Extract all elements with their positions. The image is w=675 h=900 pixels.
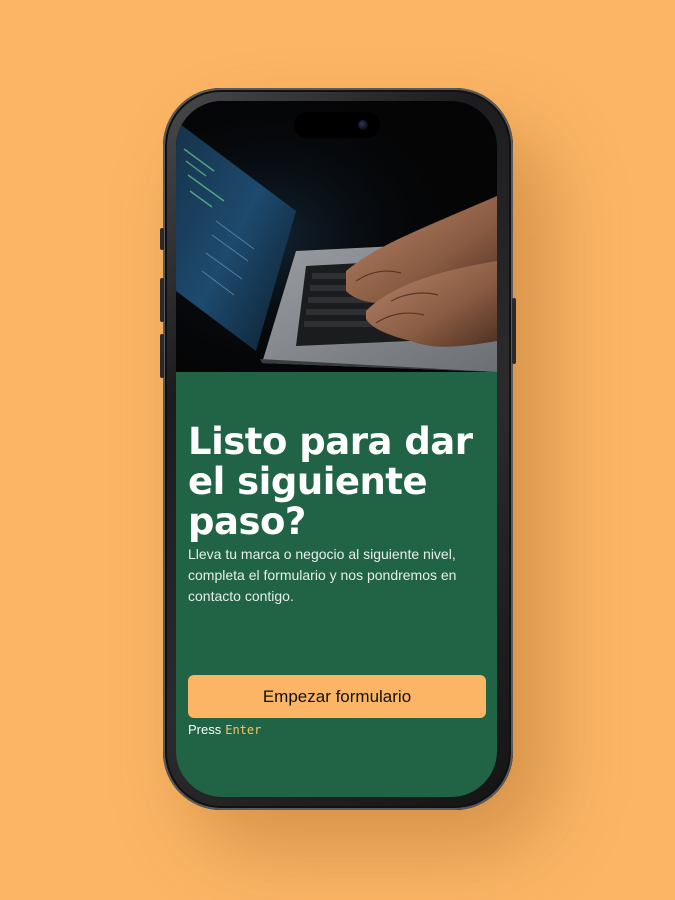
hint-enter-key: Enter bbox=[225, 723, 262, 737]
phone-screen: Listo para dar el siguiente paso? Lleva … bbox=[176, 101, 497, 797]
page-subtitle: Lleva tu marca o negocio al siguiente ni… bbox=[188, 546, 457, 604]
laptop-typing-photo-icon bbox=[176, 101, 497, 372]
hero-image bbox=[176, 101, 497, 372]
hint-press-text: Press bbox=[188, 722, 222, 737]
action-button bbox=[160, 228, 164, 250]
start-form-button[interactable]: Empezar formulario bbox=[188, 675, 486, 718]
volume-down-button bbox=[160, 334, 164, 378]
keyboard-hint: Press Enter bbox=[188, 722, 261, 737]
dynamic-island bbox=[294, 112, 380, 138]
front-camera-icon bbox=[358, 120, 368, 130]
background-stage: Listo para dar el siguiente paso? Lleva … bbox=[0, 0, 675, 900]
phone-frame: Listo para dar el siguiente paso? Lleva … bbox=[160, 88, 516, 810]
page-title: Listo para dar el siguiente paso? bbox=[188, 420, 473, 543]
power-button bbox=[512, 298, 516, 364]
volume-up-button bbox=[160, 278, 164, 322]
